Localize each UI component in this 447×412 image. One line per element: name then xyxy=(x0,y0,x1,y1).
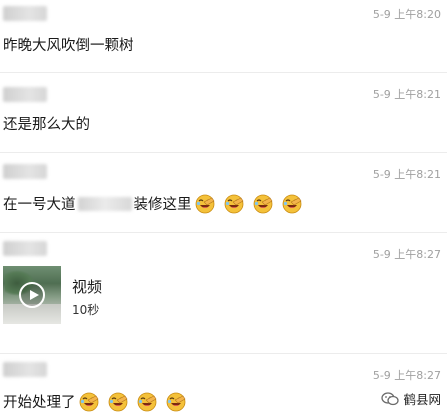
chat-message: 5-9 上午8:21 在一号大道 装修这里 xyxy=(0,153,447,233)
sender-name-blurred xyxy=(3,6,47,21)
wechat-official-account-icon xyxy=(381,391,400,405)
message-text: 还是那么大的 xyxy=(3,117,90,133)
message-text-part: 装修这里 xyxy=(133,197,192,213)
facepalm-laugh-emoji xyxy=(108,392,127,411)
chat-message: 5-9 上午8:27 开始处理了 xyxy=(0,354,447,412)
redacted-text xyxy=(77,196,132,211)
emoji-row xyxy=(192,194,302,214)
message-timestamp: 5-9 上午8:27 xyxy=(372,369,441,382)
chat-message: 5-9 上午8:21 还是那么大的 xyxy=(0,73,447,153)
chat-message: 5-9 上午8:20 昨晚大风吹倒一颗树 xyxy=(0,0,447,73)
video-title[interactable]: 视频 xyxy=(72,276,102,297)
message-timestamp: 5-9 上午8:21 xyxy=(372,168,441,181)
message-text-part: 开始处理了 xyxy=(3,395,76,411)
facepalm-laugh-emoji xyxy=(282,194,301,213)
play-icon[interactable] xyxy=(19,282,45,308)
chat-message-video: 5-9 上午8:27 视频 10秒 xyxy=(0,233,447,354)
emoji-row xyxy=(76,392,186,412)
message-text: 开始处理了 xyxy=(3,391,186,412)
message-timestamp: 5-9 上午8:27 xyxy=(372,248,441,261)
facepalm-laugh-emoji xyxy=(79,392,98,411)
video-duration: 10秒 xyxy=(72,303,100,317)
sender-name-blurred xyxy=(3,241,47,256)
message-text: 昨晚大风吹倒一颗树 xyxy=(3,38,134,54)
sender-name-blurred xyxy=(3,362,47,377)
facepalm-laugh-emoji xyxy=(137,392,156,411)
watermark-text: 鹤县网 xyxy=(403,392,441,407)
facepalm-laugh-emoji xyxy=(224,194,243,213)
message-text-part: 在一号大道 xyxy=(3,197,76,213)
sender-name-blurred xyxy=(3,164,47,179)
video-thumbnail[interactable] xyxy=(3,266,61,324)
message-text: 在一号大道 装修这里 xyxy=(3,193,302,214)
sender-name-blurred xyxy=(3,87,47,102)
message-timestamp: 5-9 上午8:20 xyxy=(372,8,441,21)
message-timestamp: 5-9 上午8:21 xyxy=(372,88,441,101)
facepalm-laugh-emoji xyxy=(166,392,185,411)
facepalm-laugh-emoji xyxy=(253,194,272,213)
watermark: 鹤县网 xyxy=(381,389,441,408)
facepalm-laugh-emoji xyxy=(195,194,214,213)
